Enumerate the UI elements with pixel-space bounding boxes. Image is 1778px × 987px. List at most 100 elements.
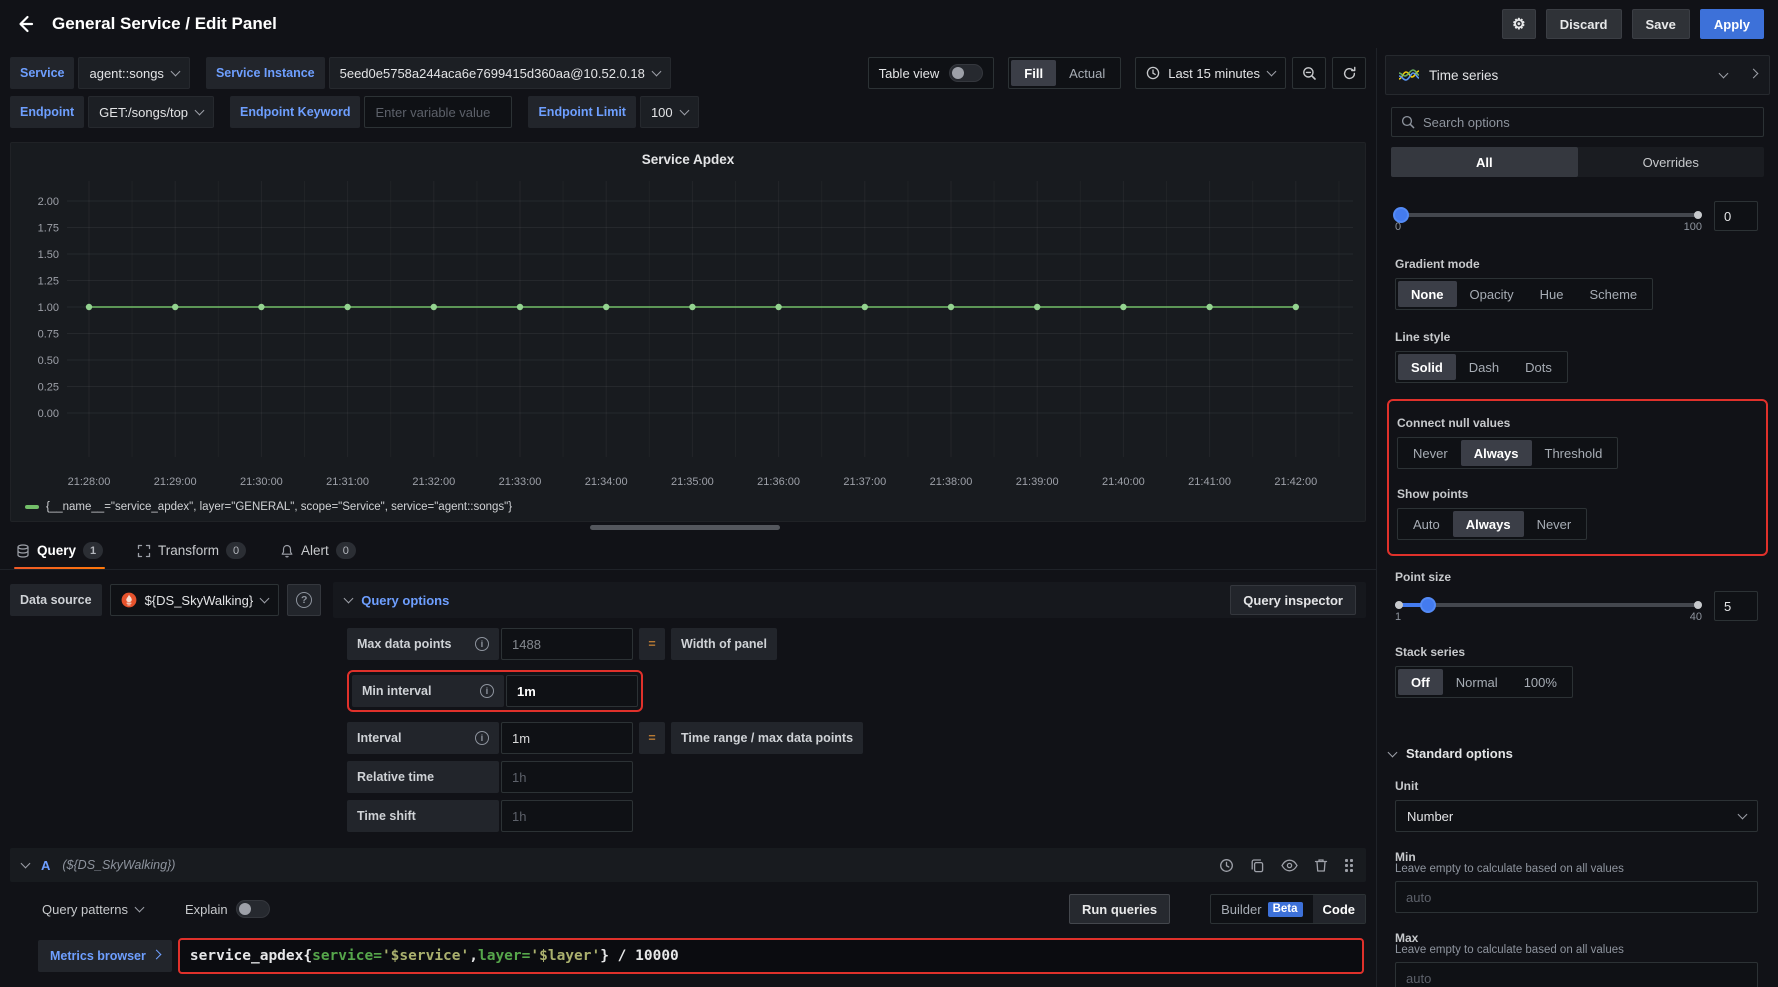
zoom-out-button[interactable]	[1292, 57, 1326, 89]
svg-text:21:29:00: 21:29:00	[154, 476, 197, 488]
endpoint-limit-label: Endpoint Limit	[528, 96, 635, 128]
segment-option[interactable]: Off	[1398, 669, 1443, 695]
trash-icon[interactable]	[1314, 858, 1328, 873]
search-options-input[interactable]: Search options	[1391, 107, 1764, 137]
tab-alert[interactable]: Alert 0	[278, 542, 358, 569]
slider-handle[interactable]	[1420, 597, 1436, 613]
fill-opacity-slider[interactable]: 0 100	[1395, 207, 1702, 223]
explain-toggle[interactable]	[236, 900, 270, 918]
segment-option[interactable]: Normal	[1443, 669, 1511, 695]
segment-option[interactable]: 100%	[1511, 669, 1570, 695]
max-data-points-input[interactable]: 1488	[501, 628, 633, 660]
standard-options-header[interactable]: Standard options	[1395, 746, 1758, 761]
segment-option[interactable]: Auto	[1400, 511, 1453, 537]
query-patterns-dropdown[interactable]: Query patterns	[38, 902, 147, 917]
datasource-help-button[interactable]: ?	[287, 584, 321, 616]
tab-transform[interactable]: Transform 0	[135, 542, 248, 569]
segment-option[interactable]: Never	[1524, 511, 1585, 537]
expression-token: layer=	[478, 948, 530, 964]
code-option[interactable]: Code	[1313, 895, 1366, 923]
min-description: Leave empty to calculate based on all va…	[1395, 863, 1758, 875]
metrics-browser-button[interactable]: Metrics browser	[38, 940, 172, 972]
segment-option[interactable]: Solid	[1398, 354, 1456, 380]
endpoint-variable-label: Endpoint	[10, 96, 84, 128]
segment-option[interactable]: Opacity	[1457, 281, 1527, 307]
time-series-viz-icon	[1398, 68, 1420, 82]
min-input[interactable]: auto	[1395, 881, 1758, 913]
time-range-picker[interactable]: Last 15 minutes	[1135, 57, 1286, 89]
svg-text:21:39:00: 21:39:00	[1016, 476, 1059, 488]
apply-button[interactable]: Apply	[1700, 9, 1764, 39]
panel-settings-button[interactable]: ⚙	[1502, 9, 1536, 39]
actual-option[interactable]: Actual	[1056, 60, 1118, 86]
tab-overrides[interactable]: Overrides	[1578, 147, 1765, 177]
endpoint-limit-dropdown[interactable]: 100	[640, 96, 699, 128]
drag-handle-icon[interactable]	[1344, 858, 1354, 872]
table-view-toggle[interactable]	[949, 64, 983, 82]
query-options-header[interactable]: Query options Query inspector	[333, 582, 1366, 618]
legend-item[interactable]: {__name__="service_apdex", layer="GENERA…	[25, 501, 512, 513]
expression-token: '$service'	[382, 948, 469, 964]
chevron-right-icon	[151, 950, 161, 960]
visualization-picker[interactable]: Time series	[1385, 55, 1770, 95]
query-inspector-button[interactable]: Query inspector	[1230, 585, 1356, 615]
endpoint-keyword-input[interactable]: Enter variable value	[364, 96, 512, 128]
tab-query[interactable]: Query 1	[14, 542, 105, 569]
interval-input[interactable]: 1m	[501, 722, 633, 754]
service-instance-variable-dropdown[interactable]: 5eed0e5758a244aca6e7699415d360aa@10.52.0…	[329, 57, 671, 89]
eye-icon[interactable]	[1281, 859, 1298, 872]
segment-option[interactable]: Threshold	[1532, 440, 1616, 466]
relative-time-input[interactable]: 1h	[501, 761, 633, 793]
min-interval-input[interactable]: 1m	[506, 675, 638, 707]
svg-text:21:32:00: 21:32:00	[412, 476, 455, 488]
segment-option[interactable]: Never	[1400, 440, 1461, 466]
segment-option[interactable]: Always	[1453, 511, 1524, 537]
datasource-picker[interactable]: ${DS_SkyWalking}	[110, 584, 280, 616]
max-label: Max	[1395, 931, 1758, 945]
fill-option[interactable]: Fill	[1011, 60, 1056, 86]
segment-option[interactable]: Always	[1461, 440, 1532, 466]
svg-text:2.00: 2.00	[38, 196, 59, 208]
table-view-toggle-group[interactable]: Table view	[868, 57, 995, 89]
chevron-down-icon	[21, 859, 31, 869]
back-arrow-icon[interactable]	[14, 13, 36, 35]
segment-option[interactable]: Dash	[1456, 354, 1512, 380]
builder-option[interactable]: BuilderBeta	[1211, 895, 1312, 923]
tab-all[interactable]: All	[1391, 147, 1578, 177]
unit-select[interactable]: Number	[1395, 800, 1758, 832]
max-data-points-row: Max data pointsi 1488 = Width of panel	[347, 628, 1366, 660]
promql-expression-input[interactable]: service_apdex{service='$service', layer=…	[178, 938, 1364, 974]
chart-plot[interactable]: 0.000.250.500.751.001.251.501.752.0021:2…	[19, 173, 1359, 495]
chevron-down-icon[interactable]	[1719, 69, 1729, 79]
point-size-value[interactable]: 5	[1714, 591, 1758, 621]
segment-option[interactable]: None	[1398, 281, 1457, 307]
segment-option[interactable]: Scheme	[1576, 281, 1650, 307]
point-size-slider[interactable]: 1 40	[1395, 597, 1702, 613]
svg-text:0.50: 0.50	[38, 355, 59, 367]
fill-opacity-value[interactable]: 0	[1714, 201, 1758, 231]
chevron-right-icon[interactable]	[1749, 69, 1759, 79]
min-interval-label: Min interval	[362, 684, 431, 698]
tutorial-highlight-box: Connect null values NeverAlwaysThreshold…	[1387, 399, 1768, 556]
duplicate-icon[interactable]	[1250, 858, 1265, 873]
max-input[interactable]: auto	[1395, 962, 1758, 987]
query-row-header[interactable]: A (${DS_SkyWalking})	[10, 848, 1366, 882]
endpoint-variable-dropdown[interactable]: GET:/songs/top	[88, 96, 214, 128]
metrics-row: Metrics browser service_apdex{service='$…	[38, 938, 1366, 974]
run-queries-button[interactable]: Run queries	[1069, 894, 1170, 924]
history-icon[interactable]	[1219, 858, 1234, 873]
time-shift-input[interactable]: 1h	[501, 800, 633, 832]
point-size-label: Point size	[1395, 570, 1758, 584]
service-variable-dropdown[interactable]: agent::songs	[78, 57, 189, 89]
horizontal-scrollbar-thumb[interactable]	[590, 525, 780, 530]
segment-option[interactable]: Hue	[1527, 281, 1577, 307]
discard-button[interactable]: Discard	[1546, 9, 1622, 39]
segment-option[interactable]: Dots	[1512, 354, 1565, 380]
expression-token: } / 10000	[600, 948, 679, 964]
svg-text:21:31:00: 21:31:00	[326, 476, 369, 488]
save-button[interactable]: Save	[1632, 9, 1690, 39]
svg-text:21:34:00: 21:34:00	[585, 476, 628, 488]
refresh-button[interactable]	[1332, 57, 1366, 89]
point-size-slider-row: 1 40 5	[1395, 591, 1758, 621]
svg-text:21:33:00: 21:33:00	[499, 476, 542, 488]
